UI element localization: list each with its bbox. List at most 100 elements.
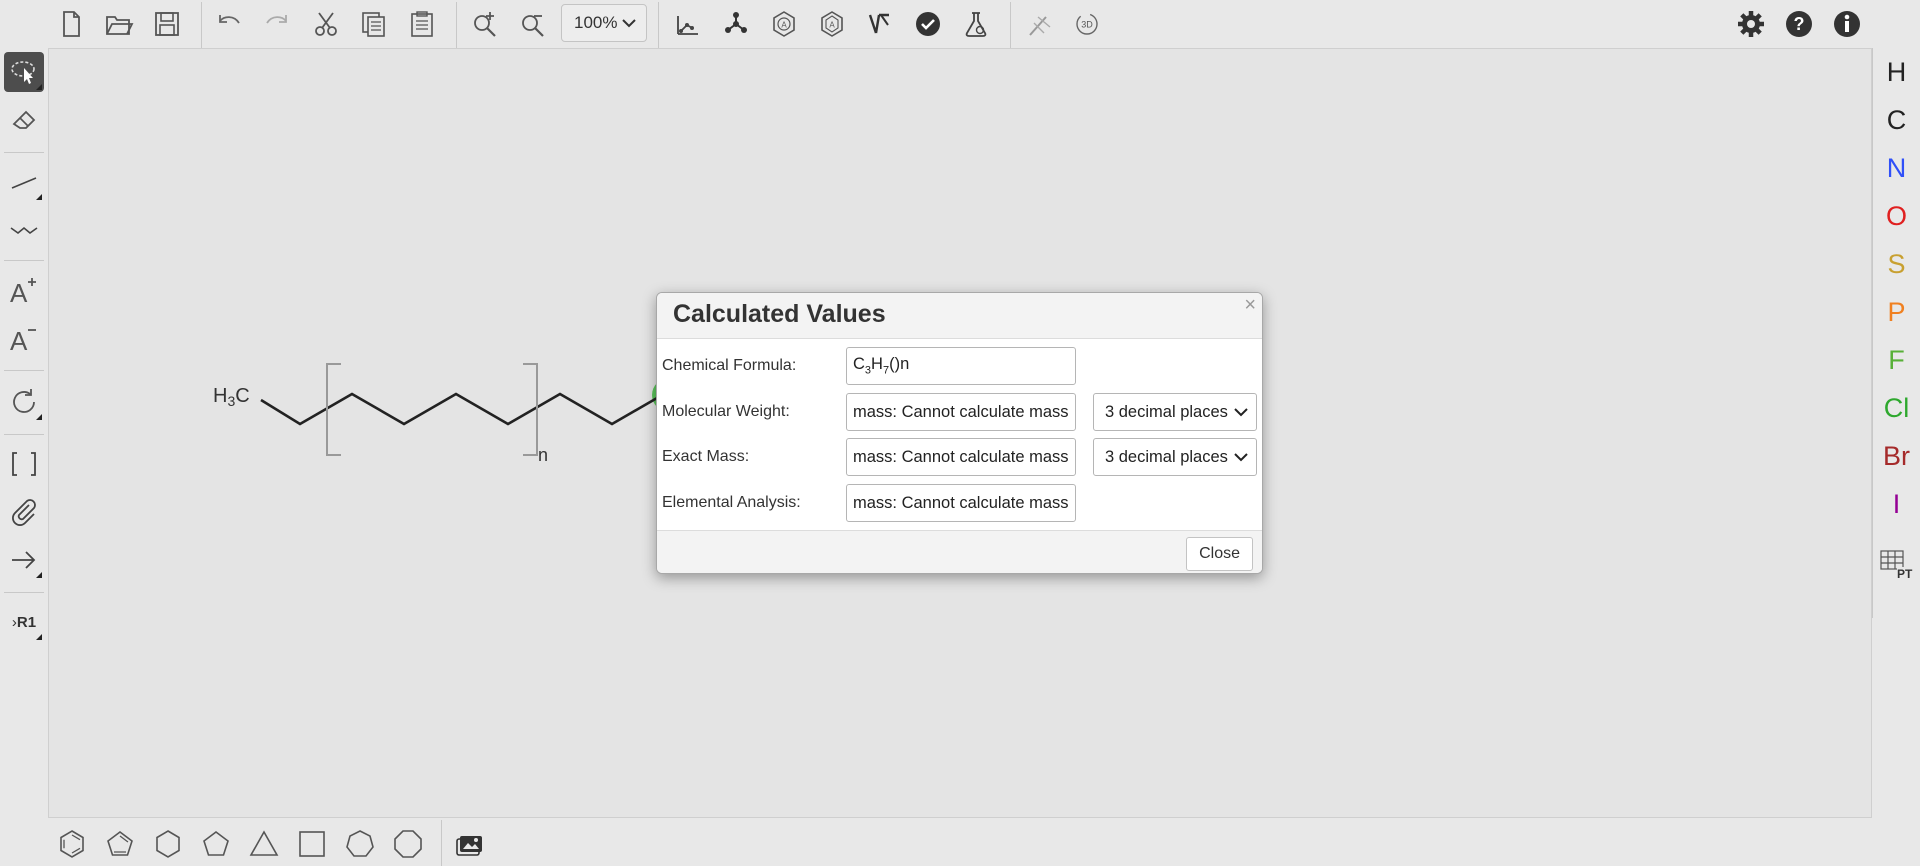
toolbar-divider (1872, 48, 1873, 618)
redo-icon[interactable] (259, 6, 295, 42)
cyclooctane-template-icon[interactable] (390, 826, 426, 862)
zoom-value: 100% (574, 13, 618, 32)
atom-n-button[interactable]: N (1873, 145, 1920, 191)
rotate-icon[interactable] (4, 382, 44, 422)
toolbar-divider (4, 370, 44, 371)
periodic-table-label: PT (1897, 567, 1913, 581)
new-document-icon[interactable] (53, 6, 89, 42)
toolbar-divider (456, 2, 457, 48)
periodic-table-button[interactable]: PT (1878, 545, 1914, 585)
chevron-down-icon (1234, 448, 1248, 467)
sgroup-brackets-icon[interactable] (4, 444, 44, 484)
charge-plus-icon[interactable]: A (4, 270, 44, 310)
check-structure-icon[interactable] (910, 6, 946, 42)
dialog-title: Calculated Values (673, 300, 886, 328)
cyclobutane-template-icon[interactable] (294, 826, 330, 862)
atom-s-button[interactable]: S (1873, 241, 1920, 287)
chemical-formula-value: C3H7()n (853, 355, 910, 377)
template-library-icon[interactable] (452, 826, 488, 862)
submenu-corner (36, 572, 42, 578)
calculated-values-icon[interactable] (958, 6, 994, 42)
benzene-template-icon[interactable] (54, 826, 90, 862)
chemical-formula-field[interactable]: C3H7()n (846, 347, 1076, 385)
toolbar-divider (201, 2, 202, 48)
rgroup-label-text: ›R1 (11, 613, 37, 631)
charge-minus-icon[interactable]: A (4, 318, 44, 358)
cycloheptane-template-icon[interactable] (342, 826, 378, 862)
calculate-cip-icon[interactable] (862, 6, 898, 42)
reaction-arrow-icon[interactable] (4, 540, 44, 580)
svg-text:A: A (10, 326, 28, 354)
atom-h-button[interactable]: H (1873, 49, 1920, 95)
repeat-count-label[interactable]: n (538, 445, 548, 465)
eraser-icon[interactable] (4, 100, 44, 140)
dialog-header: Calculated Values × (657, 293, 1262, 339)
exact-mass-precision-select[interactable]: 3 decimal places (1093, 438, 1257, 476)
rgroup-label-tool[interactable]: ›R1 (4, 602, 44, 642)
stereochemistry-icon[interactable] (1021, 6, 1057, 42)
zoom-select[interactable]: 100% (561, 4, 647, 42)
settings-gear-icon[interactable] (1733, 6, 1769, 42)
atom-o-button[interactable]: O (1873, 193, 1920, 239)
cyclopentane-template-icon[interactable] (198, 826, 234, 862)
top-toolbar: 100% A A 3D ? (0, 0, 1920, 48)
single-bond-icon[interactable] (4, 162, 44, 202)
aromatize-icon[interactable]: A (766, 6, 802, 42)
paste-icon[interactable] (404, 6, 440, 42)
end-group-label[interactable]: H3C (213, 385, 250, 409)
atom-f-button[interactable]: F (1873, 337, 1920, 383)
undo-icon[interactable] (211, 6, 247, 42)
zoom-out-icon[interactable] (515, 6, 551, 42)
atom-c-button[interactable]: C (1873, 97, 1920, 143)
atom-cl-button[interactable]: Cl (1873, 385, 1920, 431)
chain-icon[interactable] (4, 210, 44, 250)
exact-mass-field[interactable]: mass: Cannot calculate mass (846, 438, 1076, 476)
chevron-down-icon (622, 13, 636, 33)
chevron-down-icon (1234, 403, 1248, 422)
exact-mass-label: Exact Mass: (662, 448, 750, 465)
cyclopentadiene-template-icon[interactable] (102, 826, 138, 862)
attachment-point-icon[interactable] (4, 492, 44, 532)
chemical-formula-label: Chemical Formula: (662, 357, 797, 374)
svg-text:3D: 3D (1081, 20, 1093, 30)
submenu-corner (36, 634, 42, 640)
help-icon[interactable]: ? (1781, 6, 1817, 42)
cut-icon[interactable] (308, 6, 344, 42)
submenu-corner (36, 414, 42, 420)
elemental-analysis-field[interactable]: mass: Cannot calculate mass (846, 484, 1076, 522)
molecular-weight-precision-select[interactable]: 3 decimal places (1093, 393, 1257, 431)
molecular-weight-label: Molecular Weight: (662, 403, 790, 420)
molecular-weight-field[interactable]: mass: Cannot calculate mass (846, 393, 1076, 431)
close-button[interactable]: Close (1186, 537, 1253, 571)
toolbar-divider (441, 820, 442, 866)
3d-viewer-icon[interactable]: 3D (1069, 6, 1105, 42)
save-icon[interactable] (149, 6, 185, 42)
info-icon[interactable] (1829, 6, 1865, 42)
cyclopropane-template-icon[interactable] (246, 826, 282, 862)
toolbar-divider (4, 152, 44, 153)
clean-2d-icon[interactable] (670, 6, 706, 42)
lasso-select-icon[interactable] (4, 52, 44, 92)
cyclohexane-template-icon[interactable] (150, 826, 186, 862)
atom-palette: H C N O S P F Cl Br I (1873, 48, 1920, 628)
copy-icon[interactable] (356, 6, 392, 42)
submenu-corner (36, 194, 42, 200)
zoom-in-icon[interactable] (467, 6, 503, 42)
svg-text:A: A (781, 21, 787, 30)
dialog-close-icon[interactable]: × (1244, 294, 1256, 317)
toolbar-divider (4, 434, 44, 435)
dialog-footer: Close (657, 530, 1262, 573)
left-toolbar: A A ›R1 (0, 48, 48, 818)
clean-3d-icon[interactable] (718, 6, 754, 42)
toolbar-divider (658, 2, 659, 48)
elemental-analysis-label: Elemental Analysis: (662, 494, 801, 511)
dearomatize-icon[interactable]: A (814, 6, 850, 42)
atom-br-button[interactable]: Br (1873, 433, 1920, 479)
toolbar-divider (4, 260, 44, 261)
sru-left-bracket (326, 363, 341, 456)
atom-i-button[interactable]: I (1873, 481, 1920, 527)
carbon-chain-bonds (260, 392, 665, 426)
template-toolbar (0, 820, 1920, 866)
atom-p-button[interactable]: P (1873, 289, 1920, 335)
open-folder-icon[interactable] (101, 6, 137, 42)
